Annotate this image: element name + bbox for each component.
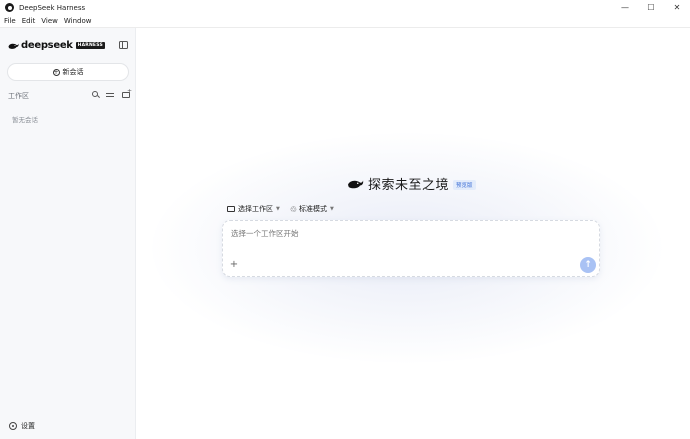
settings-label: 设置 <box>21 422 35 430</box>
minimize-button[interactable]: — <box>612 0 638 15</box>
brand-logo: deepseek HARNESS <box>8 40 105 51</box>
new-chat-button[interactable]: + 新会话 <box>7 63 129 81</box>
workspace-header: 工作区 <box>8 88 132 101</box>
menu-file[interactable]: File <box>4 17 16 25</box>
window-title: DeepSeek Harness <box>19 3 86 12</box>
hero-title: 探索未至之境 <box>368 178 450 193</box>
workspace-select-label: 选择工作区 <box>238 205 273 213</box>
plus-circle-icon: + <box>52 68 60 76</box>
filter-icon[interactable] <box>106 91 114 99</box>
folder-icon <box>227 206 235 212</box>
gear-icon <box>9 422 17 430</box>
sidebar-toggle-icon[interactable] <box>119 41 128 49</box>
settings-button[interactable]: 设置 <box>9 421 35 431</box>
composer-card: + ↑ <box>222 220 600 277</box>
window-controls: — ☐ ✕ <box>612 0 690 15</box>
composer-options: 选择工作区 ▼ ♲ 标准模式 ▼ <box>227 204 344 214</box>
hero-heading: 探索未至之境 预览版 <box>347 174 476 193</box>
workspace-select[interactable]: 选择工作区 ▼ <box>227 204 280 214</box>
menu-bar: File Edit View Window <box>0 15 690 28</box>
mode-icon: ♲ <box>289 204 298 214</box>
attach-button[interactable]: + <box>229 260 239 270</box>
main-area: 探索未至之境 预览版 选择工作区 ▼ ♲ 标准模式 ▼ + ↑ <box>137 28 690 439</box>
empty-sessions-text: 暂无会话 <box>12 116 38 124</box>
add-folder-icon[interactable] <box>122 88 132 98</box>
title-bar: DeepSeek Harness — ☐ ✕ <box>0 0 690 15</box>
app-icon <box>5 3 14 12</box>
new-chat-label: 新会话 <box>62 68 84 76</box>
search-icon[interactable] <box>92 91 98 97</box>
close-button[interactable]: ✕ <box>664 0 690 15</box>
send-button[interactable]: ↑ <box>580 257 596 273</box>
sidebar: deepseek HARNESS + 新会话 工作区 暂无会话 设置 <box>0 28 136 439</box>
maximize-button[interactable]: ☐ <box>638 0 664 15</box>
brand-name: deepseek <box>21 40 73 51</box>
whale-logo-icon <box>8 43 19 49</box>
harness-badge: HARNESS <box>75 42 105 49</box>
chevron-down-icon: ▼ <box>330 206 334 212</box>
menu-window[interactable]: Window <box>64 17 92 25</box>
workspace-tools <box>92 88 132 99</box>
menu-edit[interactable]: Edit <box>22 17 36 25</box>
preview-badge: 预览版 <box>453 179 476 190</box>
mode-select[interactable]: ♲ 标准模式 ▼ <box>290 204 334 214</box>
chevron-down-icon: ▼ <box>276 206 280 212</box>
message-input[interactable] <box>231 229 531 238</box>
workspace-label: 工作区 <box>8 92 29 100</box>
mode-select-label: 标准模式 <box>299 205 328 213</box>
menu-view[interactable]: View <box>41 17 58 25</box>
whale-logo-icon <box>348 179 364 188</box>
